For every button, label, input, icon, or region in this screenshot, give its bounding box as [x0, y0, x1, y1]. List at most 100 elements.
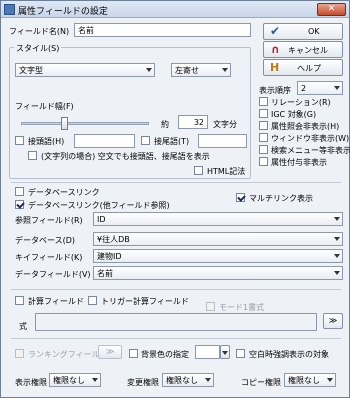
- suffix-input[interactable]: [198, 134, 247, 148]
- divider: [11, 289, 341, 290]
- chevron-down-icon: [222, 351, 228, 355]
- data-field-label: データフィールド(V): [15, 270, 91, 279]
- bg-color-label: 背景色の指定: [141, 350, 189, 359]
- mode1-format-label: モード1書式: [219, 303, 265, 312]
- database-select[interactable]: ¥往人DB: [93, 232, 343, 246]
- hide-attr-assign-checkbox[interactable]: [259, 157, 268, 166]
- calc-field-checkbox[interactable]: [15, 296, 24, 305]
- hide-window-checkbox[interactable]: [259, 133, 268, 142]
- data-field-select[interactable]: 名前: [93, 266, 343, 280]
- copy-permission-label: コピー権限: [241, 378, 281, 387]
- view-permission-select[interactable]: 権限なし: [49, 373, 101, 387]
- multi-link-checkbox[interactable]: [236, 193, 245, 202]
- ref-field-value: ID: [97, 215, 106, 224]
- ranking-field-label: ランキングフィールド: [28, 350, 108, 359]
- display-order-value: 2: [301, 84, 307, 93]
- width-unit-label: 文字分: [213, 120, 237, 129]
- dialog-window: 属性フィールドの設定 ✕ フィールド名(N) 名前 ✔ OK ∩ キャンセル H…: [0, 0, 350, 398]
- display-order-select[interactable]: 2: [297, 81, 343, 95]
- bg-color-checkbox[interactable]: [129, 349, 138, 358]
- ref-field-label: 参照フィールド(R): [15, 216, 83, 225]
- width-slider-thumb[interactable]: [61, 117, 68, 130]
- ref-field-select[interactable]: ID: [93, 212, 343, 226]
- chevron-down-icon: [334, 217, 340, 221]
- help-button[interactable]: H ヘルプ: [263, 59, 343, 76]
- prefix-label: 接頭語(H): [28, 137, 65, 146]
- database-link-label: データベースリンク: [28, 188, 100, 197]
- db-ref-link-label: データベースリンク(他フィールド参照): [28, 201, 170, 210]
- relation-checkbox[interactable]: [259, 97, 268, 106]
- field-width-label: フィールド幅(F): [15, 102, 74, 111]
- blank-highlight-label: 空白時強調表示の対象: [249, 350, 329, 359]
- copy-permission-select[interactable]: 権限なし: [284, 373, 336, 387]
- chevron-down-icon: [327, 378, 333, 382]
- hide-search-menu-label: 検索メニュー等非表示: [271, 146, 350, 155]
- calc-field-label: 計算フィールド: [28, 297, 84, 306]
- html-label: HTML記法: [207, 167, 246, 176]
- trigger-calc-label: トリガー計算フィールド: [101, 297, 189, 306]
- cancel-label: キャンセル: [288, 46, 328, 55]
- formula-label: 式: [19, 322, 27, 331]
- window-title: 属性フィールドの設定: [18, 7, 108, 17]
- relation-label: リレーション(R): [271, 98, 331, 107]
- chevron-down-icon: [334, 237, 340, 241]
- field-name-input[interactable]: 名前: [74, 23, 251, 37]
- bg-color-dropdown[interactable]: [220, 345, 230, 359]
- cancel-button[interactable]: ∩ キャンセル: [263, 41, 343, 58]
- data-field-value: 名前: [97, 269, 113, 278]
- divider: [11, 182, 341, 183]
- hide-attr-query-label: 属性照会非表示(H): [271, 122, 340, 131]
- mode1-format-checkbox[interactable]: [206, 302, 215, 311]
- blank-highlight-checkbox[interactable]: [236, 349, 245, 358]
- database-value: ¥往人DB: [97, 235, 130, 244]
- chevron-down-icon: [334, 271, 340, 275]
- app-icon: [4, 4, 15, 15]
- prefix-input[interactable]: [74, 134, 135, 148]
- key-field-value: 建物ID: [97, 252, 122, 261]
- field-name-label: フィールド名(N): [9, 27, 70, 36]
- chevron-down-icon: [92, 378, 98, 382]
- suffix-checkbox[interactable]: [141, 136, 150, 145]
- width-input[interactable]: 32: [178, 115, 208, 129]
- change-permission-label: 変更権限: [127, 378, 159, 387]
- style-type-select[interactable]: 文字型: [15, 63, 155, 77]
- ok-label: OK: [308, 27, 320, 36]
- chevron-down-icon: [146, 68, 152, 72]
- view-permission-label: 表示権限: [15, 378, 47, 387]
- display-order-label: 表示順序: [259, 86, 291, 95]
- database-link-checkbox[interactable]: [15, 187, 24, 196]
- multi-link-label: マルチリンク表示: [249, 194, 313, 203]
- change-permission-select[interactable]: 権限なし: [162, 373, 214, 387]
- prefix-checkbox[interactable]: [15, 136, 24, 145]
- ranking-field-checkbox[interactable]: [15, 349, 24, 358]
- trigger-calc-checkbox[interactable]: [88, 296, 97, 305]
- ok-button[interactable]: ✔ OK: [263, 23, 343, 40]
- key-field-select[interactable]: 建物ID: [93, 249, 343, 263]
- close-button[interactable]: ✕: [317, 3, 346, 16]
- key-field-label: キイフィールド(K): [15, 253, 83, 262]
- bg-color-swatch[interactable]: [195, 345, 220, 359]
- database-label: データベース(D): [15, 236, 76, 245]
- igc-checkbox[interactable]: [259, 109, 268, 118]
- width-slider-track[interactable]: [21, 117, 149, 130]
- ranking-more-button[interactable]: ≫: [98, 345, 122, 359]
- hide-search-menu-checkbox[interactable]: [259, 145, 268, 154]
- help-label: ヘルプ: [297, 64, 321, 73]
- help-icon: H: [270, 61, 280, 74]
- style-type-value: 文字型: [19, 66, 43, 75]
- igc-label: IGC 対象(G): [271, 110, 317, 119]
- formula-more-button[interactable]: ≫: [323, 313, 343, 329]
- align-select[interactable]: 左寄せ: [171, 63, 231, 77]
- hide-attr-assign-label: 属性付与非表示: [271, 158, 327, 167]
- db-ref-link-checkbox[interactable]: [15, 200, 24, 209]
- html-checkbox[interactable]: [194, 166, 203, 175]
- suffix-label: 接尾語(T): [154, 137, 190, 146]
- hide-attr-query-checkbox[interactable]: [259, 121, 268, 130]
- empty-affix-checkbox[interactable]: [28, 151, 37, 160]
- copy-permission-value: 権限なし: [288, 376, 320, 385]
- style-group-label: スタイル(S): [14, 43, 62, 54]
- hide-window-label: ウィンドウ非表示(W): [271, 134, 350, 143]
- approx-label: 約: [161, 120, 169, 129]
- formula-input[interactable]: [35, 313, 317, 331]
- title-bar: 属性フィールドの設定 ✕: [1, 1, 349, 18]
